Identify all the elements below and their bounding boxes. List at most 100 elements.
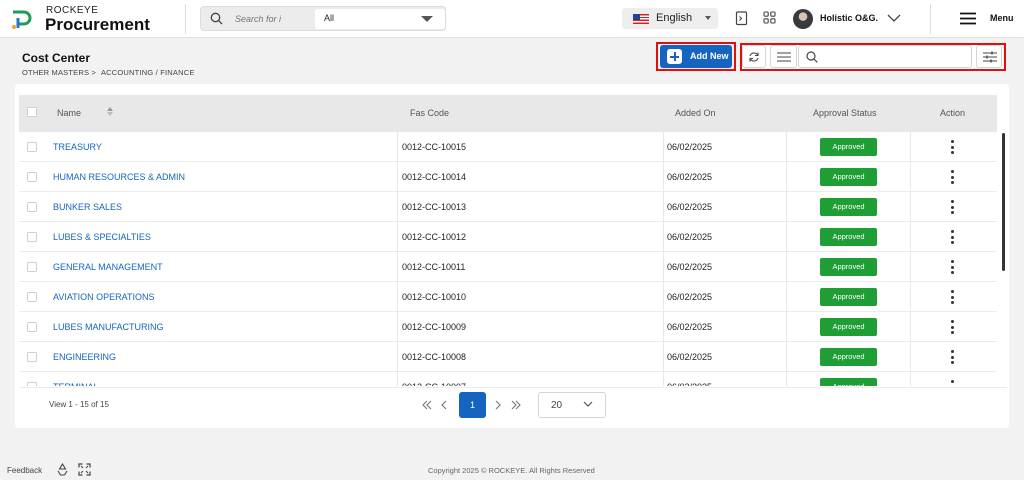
row-checkbox[interactable] [27,202,37,212]
table-search-input[interactable] [823,49,963,64]
table-scrollbar[interactable] [1002,133,1005,271]
row-checkbox[interactable] [27,352,37,362]
search-icon[interactable] [210,12,223,25]
filter-button[interactable] [976,45,1002,68]
user-name[interactable]: Holistic O&G. [820,13,878,23]
column-divider [663,222,664,252]
column-divider [397,342,398,372]
table-row[interactable]: HUMAN RESOURCES & ADMIN 0012-CC-10014 06/0… [19,162,997,192]
refresh-icon [749,52,759,62]
column-divider [663,252,664,282]
cost-center-name-link[interactable]: BUNKER SALES [53,202,122,212]
add-new-label: Add New [690,51,729,61]
bookmark-icon[interactable] [735,11,748,26]
hamburger-icon[interactable] [960,12,976,25]
column-divider [397,222,398,252]
cost-center-name-link[interactable]: LUBES MANUFACTURING [53,322,164,332]
added-on-date: 06/02/2025 [667,292,713,302]
column-divider [663,312,664,342]
select-all-checkbox[interactable] [27,107,37,117]
cost-center-name-link[interactable]: GENERAL MANAGEMENT [53,262,163,272]
kebab-icon[interactable] [950,140,954,154]
add-new-button[interactable]: Add New [660,45,732,68]
fas-code: 0012-CC-10010 [402,292,467,302]
column-divider [397,372,398,386]
table-row[interactable]: AVIATION OPERATIONS 0012-CC-10010 06/02/20… [19,282,997,312]
language-value: English [656,12,693,24]
fas-code: 0012-CC-10009 [402,322,467,332]
breadcrumb-item[interactable]: OTHER MASTERS > [22,68,96,77]
search-scope-select[interactable]: All [315,9,445,29]
recycle-icon[interactable] [56,463,69,476]
added-on-date: 06/02/2025 [667,322,713,332]
column-header-approval-status: Approval Status [813,108,877,118]
table-row[interactable]: LUBES & SPECIALTIES 0012-CC-10012 06/02/20… [19,222,997,252]
column-divider [663,342,664,372]
chevron-down-icon[interactable] [887,14,901,23]
sort-icon[interactable] [107,107,113,117]
column-divider [663,282,664,312]
chevron-down-icon [421,16,433,22]
table-row[interactable]: LUBES MANUFACTURING 0012-CC-10009 06/02/20… [19,312,997,342]
feedback-link[interactable]: Feedback [7,466,42,475]
status-badge: Approved [820,288,877,306]
row-checkbox[interactable] [27,382,37,386]
last-page-icon[interactable] [511,400,521,410]
page-size-select[interactable]: 20 [538,392,606,418]
fas-code: 0012-CC-10015 [402,142,467,152]
table-row[interactable]: BUNKER SALES 0012-CC-10013 06/02/2025 Appro… [19,192,997,222]
cost-center-name-link[interactable]: LUBES & SPECIALTIES [53,232,151,242]
table-row[interactable]: TERMINAL 0012-CC-10007 06/02/2025 Approved [19,372,997,386]
prev-page-icon[interactable] [440,400,448,410]
row-checkbox[interactable] [27,322,37,332]
status-badge: Approved [820,168,877,186]
table-row[interactable]: GENERAL MANAGEMENT 0012-CC-10011 06/02/202… [19,252,997,282]
table-search[interactable] [798,45,972,68]
current-page-button[interactable]: 1 [459,392,486,418]
row-checkbox[interactable] [27,292,37,302]
fas-code: 0012-CC-10011 [402,262,466,272]
kebab-icon[interactable] [950,170,954,184]
kebab-icon[interactable] [950,290,954,304]
kebab-icon[interactable] [950,230,954,244]
language-select[interactable]: English [622,8,718,29]
chevron-down-icon [583,401,593,407]
cost-center-name-link[interactable]: TERMINAL [53,382,99,386]
fullscreen-icon[interactable] [78,463,91,476]
kebab-icon[interactable] [950,380,954,386]
column-divider [786,372,787,386]
cost-center-name-link[interactable]: ENGINEERING [53,352,116,362]
table-row[interactable]: TREASURY 0012-CC-10015 06/02/2025 Approved [19,132,997,162]
menu-label[interactable]: Menu [990,13,1014,23]
next-page-icon[interactable] [494,400,502,410]
column-divider [786,252,787,282]
column-divider [786,282,787,312]
kebab-icon[interactable] [950,260,954,274]
row-checkbox[interactable] [27,142,37,152]
cost-center-name-link[interactable]: AVIATION OPERATIONS [53,292,155,302]
column-header-name[interactable]: Name [57,108,81,118]
kebab-icon[interactable] [950,350,954,364]
refresh-button[interactable] [742,45,766,68]
row-checkbox[interactable] [27,262,37,272]
grid-icon[interactable] [763,11,776,24]
cost-center-name-link[interactable]: HUMAN RESOURCES & ADMIN [53,172,185,182]
first-page-icon[interactable] [422,400,432,410]
cost-center-name-link[interactable]: TREASURY [53,142,102,152]
avatar[interactable] [793,9,813,29]
column-divider [910,192,911,222]
global-search-input[interactable] [235,11,311,27]
columns-button[interactable] [770,45,797,68]
added-on-date: 06/02/2025 [667,172,713,182]
column-divider [910,372,911,386]
kebab-icon[interactable] [950,200,954,214]
fas-code: 0012-CC-10008 [402,352,467,362]
table-row[interactable]: ENGINEERING 0012-CC-10008 06/02/2025 Approv… [19,342,997,372]
row-checkbox[interactable] [27,172,37,182]
row-checkbox[interactable] [27,232,37,242]
us-flag-icon [633,14,649,24]
status-badge: Approved [820,318,877,336]
kebab-icon[interactable] [950,320,954,334]
pagination-summary: View 1 - 15 of 15 [49,400,109,409]
status-badge: Approved [820,258,877,276]
